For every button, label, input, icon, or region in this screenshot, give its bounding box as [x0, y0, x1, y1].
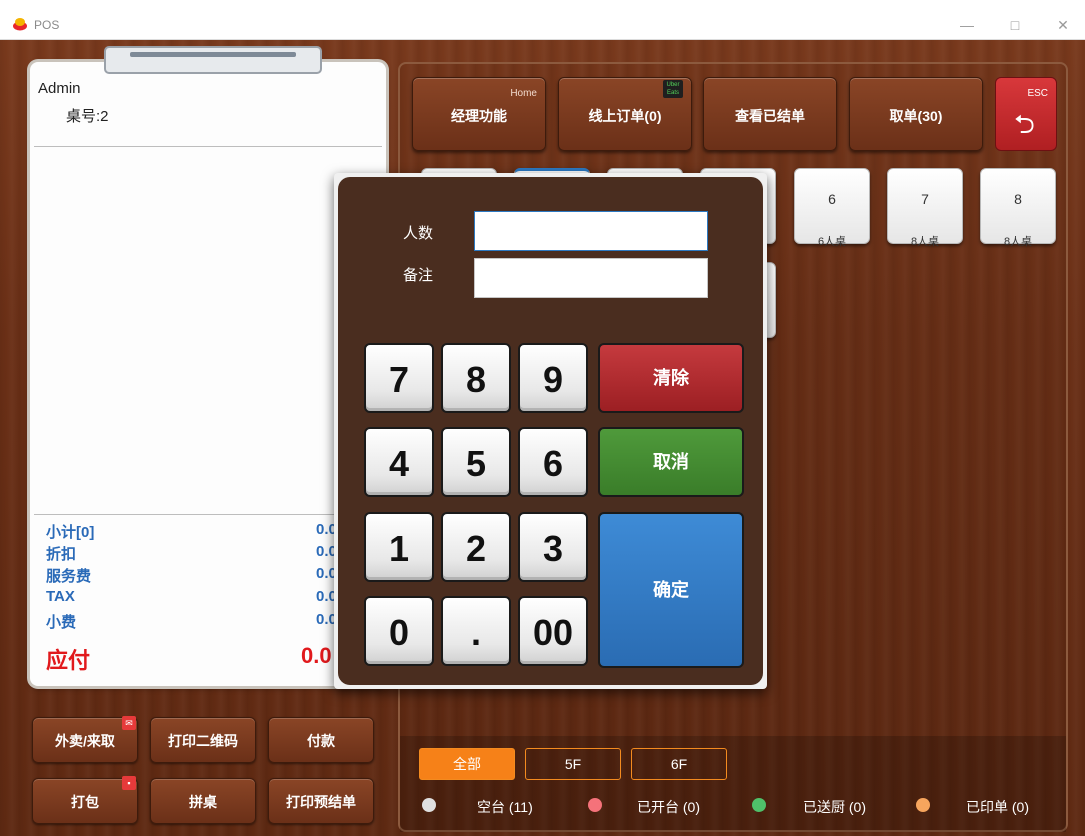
table-number: 8: [1014, 191, 1022, 207]
manager-function-label: 经理功能: [451, 108, 507, 124]
merge-table-label: 拼桌: [189, 794, 217, 810]
key-5[interactable]: 5: [441, 427, 511, 497]
print-qr-label: 打印二维码: [168, 733, 238, 749]
status-dot-icon: [916, 798, 930, 812]
undo-arrow-icon: ⮌: [1014, 109, 1035, 139]
key-dot[interactable]: .: [441, 596, 511, 666]
tax-label: TAX: [46, 588, 75, 605]
discount-label: 折扣: [46, 546, 77, 563]
esc-label: ESC: [1027, 88, 1048, 99]
key-3[interactable]: 3: [518, 512, 588, 582]
key-8[interactable]: 8: [441, 343, 511, 413]
key-7[interactable]: 7: [364, 343, 434, 413]
print-qr-button[interactable]: 打印二维码: [150, 717, 256, 763]
takeout-badge-icon: ✉: [122, 716, 136, 730]
status-dot-icon: [422, 798, 436, 812]
confirm-button[interactable]: 确定: [598, 512, 744, 668]
uber-eats-icon: Uber Eats: [663, 80, 683, 98]
table-card-8[interactable]: 8 8人桌: [980, 168, 1056, 248]
title-bar: POS — □ ✕: [0, 0, 1085, 40]
amount-due-label: 应付: [46, 648, 91, 673]
table-number: 7: [921, 191, 929, 207]
filter-6f-button[interactable]: 6F: [631, 748, 727, 780]
key-1[interactable]: 1: [364, 512, 434, 582]
key-2[interactable]: 2: [441, 512, 511, 582]
pack-badge-icon: ▪: [122, 776, 136, 790]
table-capacity: 6人桌: [817, 236, 847, 248]
key-0[interactable]: 0: [364, 596, 434, 666]
note-input[interactable]: [474, 258, 708, 298]
filter-5f-button[interactable]: 5F: [525, 748, 621, 780]
table-card-6[interactable]: 6 6人桌: [794, 168, 870, 248]
status-dot-icon: [588, 798, 602, 812]
print-prebill-button[interactable]: 打印预结单: [268, 778, 374, 824]
key-9[interactable]: 9: [518, 343, 588, 413]
subtotal-label: 小计[0]: [46, 524, 95, 541]
clear-button[interactable]: 清除: [598, 343, 744, 413]
people-label: 人数: [403, 225, 434, 242]
app-logo-icon: [13, 18, 27, 31]
status-dot-icon: [752, 798, 766, 812]
amount-due-value: 0.0: [301, 643, 332, 668]
legend-opened: 已开台 (0): [637, 799, 700, 815]
pay-button[interactable]: 付款: [268, 717, 374, 763]
view-paid-orders-button[interactable]: 查看已结单: [703, 77, 837, 151]
user-name: Admin: [38, 80, 81, 97]
minimize-button[interactable]: —: [952, 14, 982, 36]
pack-label: 打包: [71, 794, 99, 810]
window-title: POS: [34, 18, 60, 32]
table-number: 6: [828, 191, 836, 207]
people-input[interactable]: [474, 211, 708, 251]
cancel-button[interactable]: 取消: [598, 427, 744, 497]
legend-printed: 已印单 (0): [966, 799, 1029, 815]
manager-function-button[interactable]: Home 经理功能: [412, 77, 546, 151]
tip-label: 小费: [46, 614, 77, 631]
online-orders-label: 线上订单(0): [588, 108, 662, 124]
view-paid-orders-label: 查看已结单: [735, 108, 805, 124]
maximize-button[interactable]: □: [1000, 14, 1030, 36]
merge-table-button[interactable]: 拼桌: [150, 778, 256, 824]
divider: [34, 146, 382, 147]
clipboard-clip: [104, 46, 322, 74]
table-card-7[interactable]: 7 8人桌: [887, 168, 963, 248]
filter-all-button[interactable]: 全部: [419, 748, 515, 780]
service-fee-label: 服务费: [46, 568, 92, 585]
takeout-label: 外卖/来取: [55, 733, 115, 749]
close-button[interactable]: ✕: [1048, 14, 1078, 36]
pickup-order-button[interactable]: 取单(30): [849, 77, 983, 151]
legend-sent-kitchen: 已送厨 (0): [803, 799, 866, 815]
esc-back-button[interactable]: ESC ⮌: [995, 77, 1057, 151]
home-hint: Home: [510, 88, 537, 99]
table-capacity: 8人桌: [910, 236, 940, 248]
key-4[interactable]: 4: [364, 427, 434, 497]
divider: [34, 514, 382, 515]
key-00[interactable]: 00: [518, 596, 588, 666]
online-orders-button[interactable]: Uber Eats 线上订单(0): [558, 77, 692, 151]
key-6[interactable]: 6: [518, 427, 588, 497]
table-capacity: 8人桌: [1003, 236, 1033, 248]
print-prebill-label: 打印预结单: [286, 794, 356, 810]
note-label: 备注: [403, 267, 434, 284]
pay-label: 付款: [307, 733, 335, 749]
pickup-order-label: 取单(30): [889, 108, 943, 124]
table-number: 桌号:2: [66, 108, 109, 125]
legend-empty: 空台 (11): [477, 799, 533, 815]
